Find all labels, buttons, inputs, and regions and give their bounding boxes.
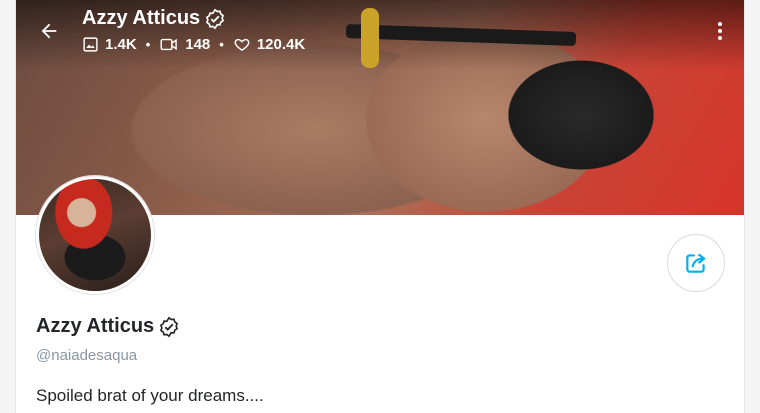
verified-badge-icon — [206, 8, 225, 29]
arrow-left-icon — [41, 23, 57, 39]
profile-card: Azzy Atticus 1.4K • 148 • 120.4K Azzy At… — [15, 0, 745, 413]
stat-separator: • — [219, 37, 224, 52]
more-vertical-icon — [718, 36, 722, 40]
more-vertical-icon — [718, 22, 722, 26]
stat-likes: 120.4K — [233, 36, 305, 53]
header-title: Azzy Atticus — [82, 7, 226, 30]
profile-username: @naiadesaqua — [36, 347, 138, 364]
verified-badge-icon — [160, 316, 179, 337]
profile-stats: 1.4K • 148 • 120.4K — [82, 36, 305, 53]
more-vertical-icon — [718, 29, 722, 33]
profile-bio: Spoiled brat of your dreams.... — [36, 386, 264, 405]
stat-photos-count: 1.4K — [105, 36, 137, 53]
more-options-button[interactable] — [710, 18, 730, 44]
avatar[interactable] — [36, 176, 154, 294]
image-icon — [83, 37, 98, 52]
stat-photos: 1.4K — [82, 36, 137, 53]
video-icon — [160, 38, 178, 51]
stat-likes-count: 120.4K — [256, 36, 306, 53]
profile-name: Azzy Atticus — [36, 315, 155, 337]
profile-display-name: Azzy Atticus — [36, 315, 180, 338]
stat-videos: 148 — [159, 36, 210, 53]
stat-separator: • — [145, 37, 151, 52]
stat-videos-count: 148 — [185, 36, 211, 53]
heart-icon — [234, 38, 250, 52]
share-icon — [686, 253, 706, 273]
top-bar: Azzy Atticus 1.4K • 148 • 120.4K — [16, 0, 744, 70]
header-name: Azzy Atticus — [82, 7, 201, 29]
back-button[interactable] — [34, 16, 64, 46]
share-button[interactable] — [667, 234, 725, 292]
